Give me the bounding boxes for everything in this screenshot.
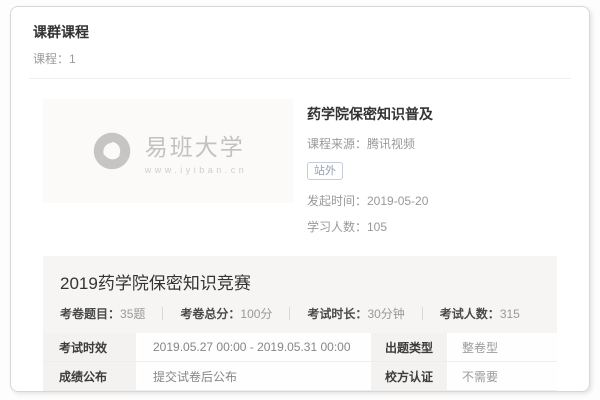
- yiban-logo-text: 易班大学 www.iyiban.cn: [145, 128, 248, 175]
- stat-divider: [422, 307, 423, 320]
- row-label-submit-mode: 提交方式: [43, 391, 138, 392]
- page-title: 课群课程: [33, 22, 567, 42]
- course-info: 药学院保密知识普及 课程来源：腾讯视频 站外 发起时间：2019-05-20 学…: [307, 99, 433, 244]
- yiban-swirl-logo-icon: [89, 128, 135, 174]
- row-label-question-type: 出题类型: [369, 333, 449, 361]
- stat-question-count-value: 35题: [120, 305, 145, 322]
- course-card: 易班大学 www.iyiban.cn 药学院保密知识普及 课程来源：腾讯视频 站…: [43, 99, 557, 244]
- exam-title: 2019药学院保密知识竞赛: [60, 269, 540, 294]
- row-value-submit-mode: 整卷提交: [138, 391, 369, 392]
- stat-divider: [289, 307, 290, 320]
- row-value-school-verify: 不需要: [449, 362, 557, 390]
- course-source: 课程来源：腾讯视频: [307, 135, 433, 152]
- row-label-exam-window: 考试时效: [43, 333, 138, 361]
- exam-stats: 考卷题目：35题 考卷总分：100分 考试时长：30分钟 考试人数：315: [60, 305, 540, 322]
- course-count: 课程：1: [33, 50, 567, 67]
- table-row: 成绩公布 提交试卷后公布 校方认证 不需要: [43, 362, 557, 391]
- course-title: 药学院保密知识普及: [307, 104, 433, 124]
- stat-total-score-label: 考卷总分：: [180, 305, 240, 322]
- stat-duration-label: 考试时长：: [307, 305, 367, 322]
- row-value-retry-practice: 不允许: [449, 391, 557, 392]
- row-value-exam-window: 2019.05.27 00:00 - 2019.05.31 00:00: [138, 333, 369, 361]
- stat-total-score-value: 100分: [240, 305, 272, 322]
- row-label-retry-practice: 反复练习: [369, 391, 449, 392]
- table-row: 考试时效 2019.05.27 00:00 - 2019.05.31 00:00…: [43, 333, 557, 362]
- exam-header: 2019药学院保密知识竞赛 考卷题目：35题 考卷总分：100分 考试时长：30…: [43, 256, 557, 333]
- stat-divider: [162, 307, 163, 320]
- yiban-brand-text: 易班大学: [145, 128, 248, 162]
- yiban-logo: 易班大学 www.iyiban.cn: [89, 128, 248, 175]
- exam-detail-table: 考试时效 2019.05.27 00:00 - 2019.05.31 00:00…: [43, 333, 557, 392]
- row-label-score-release: 成绩公布: [43, 362, 138, 390]
- offsite-badge: 站外: [307, 162, 343, 180]
- course-thumbnail[interactable]: 易班大学 www.iyiban.cn: [43, 99, 293, 203]
- course-group-panel: 课群课程 课程：1 易班大学 www.iyiban.cn: [10, 6, 590, 392]
- stat-examinee-count-label: 考试人数：: [440, 305, 500, 322]
- course-start-time: 发起时间：2019-05-20: [307, 192, 433, 209]
- course-learner-count: 学习人数：105: [307, 218, 433, 235]
- row-label-school-verify: 校方认证: [369, 362, 449, 390]
- exam-section: 2019药学院保密知识竞赛 考卷题目：35题 考卷总分：100分 考试时长：30…: [43, 256, 557, 392]
- table-row: 提交方式 整卷提交 反复练习 不允许: [43, 391, 557, 392]
- panel-header: 课群课程 课程：1: [29, 7, 571, 79]
- row-value-question-type: 整卷型: [449, 333, 557, 361]
- stat-examinee-count-value: 315: [500, 307, 520, 321]
- row-value-score-release: 提交试卷后公布: [138, 362, 369, 390]
- stat-duration-value: 30分钟: [367, 305, 404, 322]
- yiban-site-url: www.iyiban.cn: [145, 165, 248, 175]
- stat-question-count-label: 考卷题目：: [60, 305, 120, 322]
